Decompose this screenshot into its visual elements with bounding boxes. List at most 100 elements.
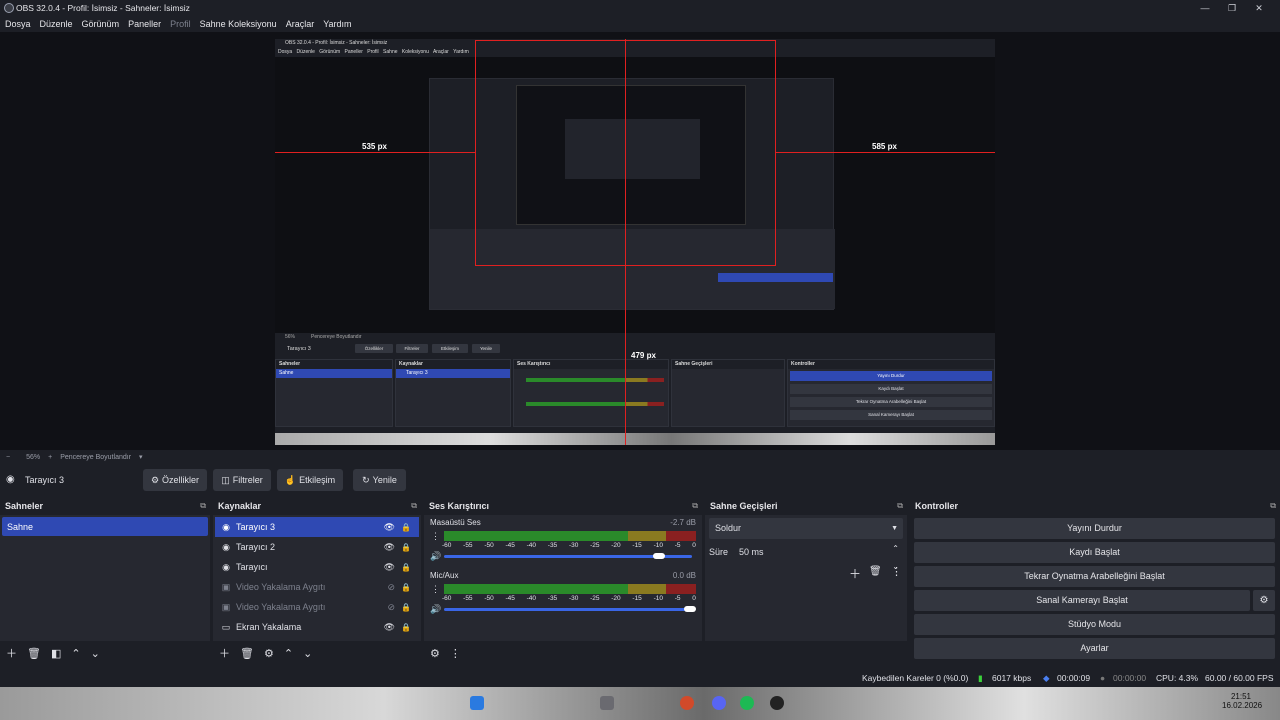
stop-streaming-button[interactable]: Yayını Durdur: [914, 518, 1275, 539]
mixer-settings-icon[interactable]: ⚙: [430, 647, 440, 660]
transition-select[interactable]: Soldur ▼: [709, 518, 903, 539]
speaker-icon[interactable]: 🔊: [430, 604, 441, 615]
zoom-dropdown-icon[interactable]: ▾: [139, 453, 143, 461]
discord-icon[interactable]: [712, 696, 726, 710]
channel-db: 0.0 dB: [672, 571, 696, 580]
refresh-button[interactable]: ↻ Yenile: [353, 469, 406, 491]
inner-filters: Filtreler: [396, 344, 428, 353]
obs-logo-icon: [4, 3, 14, 13]
menu-scene-collection[interactable]: Sahne Koleksiyonu: [200, 19, 277, 29]
gear-icon[interactable]: ⚙: [264, 647, 274, 660]
menu-edit[interactable]: Düzenle: [40, 19, 73, 29]
chevron-down-icon: ▼: [891, 525, 898, 532]
zoom-out-button[interactable]: −: [6, 454, 10, 461]
trash-icon[interactable]: 🗑: [27, 647, 41, 660]
menu-file[interactable]: Dosya: [5, 19, 31, 29]
chrome-icon[interactable]: [680, 696, 694, 710]
source-item[interactable]: ◉ Tarayıcı 👁 🔒: [215, 557, 419, 577]
zoom-in-button[interactable]: +: [48, 454, 52, 461]
eye-icon: 👁: [383, 521, 395, 532]
start-replay-buffer-button[interactable]: Tekrar Oynatma Arabelleğini Başlat: [914, 566, 1275, 587]
monitor-icon: ▭: [221, 621, 231, 632]
inner-interact: Etkileşim: [432, 344, 468, 353]
source-item[interactable]: ▭ Ekran Yakalama 👁 🔒: [215, 617, 419, 637]
zoom-fit-label[interactable]: Pencereye Boyutlandır: [60, 454, 131, 461]
studio-mode-button[interactable]: Stüdyo Modu: [914, 614, 1275, 635]
taskbar: [0, 687, 1280, 720]
source-item[interactable]: ◉ Tarayıcı 2 👁 🔒: [215, 537, 419, 557]
close-icon[interactable]: ✕: [1252, 1, 1266, 15]
menu-profile[interactable]: Profil: [170, 19, 191, 29]
popout-icon[interactable]: ⧉: [1270, 497, 1276, 515]
audio-mixer-dock: Ses Karıştırıcı ⧉ Masaüstü Ses -2.7 dB ⋮ …: [424, 497, 702, 665]
settings-button[interactable]: Ayarlar: [914, 638, 1275, 659]
inner-properties: Özellikler: [355, 344, 393, 353]
speaker-icon[interactable]: 🔊: [430, 551, 441, 562]
browser-icon: ◉: [222, 561, 230, 572]
popout-icon[interactable]: ⧉: [200, 497, 206, 515]
popout-icon[interactable]: ⧉: [692, 497, 698, 515]
inner-source: Tarayıcı 3: [287, 346, 311, 352]
trash-icon[interactable]: 🗑: [869, 566, 882, 577]
bitrate: 6017 kbps: [992, 673, 1032, 683]
camera-icon: ▣: [221, 581, 231, 592]
clock-date: 16.02.2026: [1222, 701, 1263, 710]
inner-transitions-panel: Sahne Geçişleri: [671, 359, 785, 427]
menu-help[interactable]: Yardım: [323, 19, 351, 29]
chevron-up-icon[interactable]: ⌃: [284, 647, 293, 660]
chevron-down-icon[interactable]: ⌄: [91, 647, 100, 660]
interact-button[interactable]: ☝ Etkileşim: [277, 469, 343, 491]
minimize-icon[interactable]: —: [1198, 1, 1212, 15]
filters-button[interactable]: ◫ Filtreler: [213, 469, 271, 491]
eye-icon: 👁: [383, 541, 395, 552]
duration-field[interactable]: 50 ms ⌃ ⌄: [733, 543, 903, 571]
add-icon[interactable]: ＋: [6, 645, 17, 661]
chevron-down-icon[interactable]: ⌄: [303, 647, 312, 660]
virtual-camera-settings-icon[interactable]: ⚙: [1253, 590, 1275, 611]
chevron-up-icon[interactable]: ⌃: [71, 647, 80, 660]
start-virtual-camera-button[interactable]: Sanal Kamerayı Başlat: [914, 590, 1250, 611]
sources-list: ◉ Tarayıcı 3 👁 🔒 ◉ Tarayıcı 2 👁 🔒 ◉ Tarayıcı 👁 🔒 …: [213, 515, 421, 641]
maximize-icon[interactable]: ❐: [1225, 1, 1239, 15]
add-icon[interactable]: ＋: [849, 565, 861, 582]
volume-slider[interactable]: [444, 608, 692, 611]
start-recording-button[interactable]: Kaydı Başlat: [914, 542, 1275, 563]
inner-controls-panel: Kontroller Yayını Durdur Kaydı Başlat Te…: [787, 359, 995, 427]
stream-time: 00:00:09: [1057, 673, 1091, 683]
eye-hidden-icon: ⊘: [387, 601, 395, 612]
properties-button[interactable]: ⚙ Özellikler: [143, 469, 207, 491]
channel-name: Mic/Aux: [430, 571, 459, 580]
kebab-icon[interactable]: ⋮: [891, 565, 902, 578]
add-icon[interactable]: ＋: [219, 645, 230, 661]
lock-icon: 🔒: [401, 622, 411, 632]
cpu-usage: CPU: 4.3%: [1156, 673, 1199, 683]
source-item[interactable]: ▣ Video Yakalama Aygıtı ⊘ 🔒: [215, 597, 419, 617]
hand-icon: ☝: [284, 474, 297, 485]
volume-knob[interactable]: [684, 606, 696, 612]
source-item[interactable]: ▣ Video Yakalama Aygıtı ⊘ 🔒: [215, 577, 419, 597]
trash-icon[interactable]: 🗑: [240, 647, 254, 660]
browser-icon: ◉: [222, 521, 230, 532]
popout-icon[interactable]: ⧉: [411, 497, 417, 515]
measure-left-label: 535 px: [362, 142, 387, 151]
preview-content: OBS 32.0.4 - Profil: İsimsiz - Sahneler:…: [275, 39, 995, 445]
menu-tools[interactable]: Araçlar: [286, 19, 315, 29]
source-item[interactable]: ◉ Tarayıcı 3 👁 🔒: [215, 517, 419, 537]
obs-taskbar-icon[interactable]: [770, 696, 784, 710]
taskbar-app-icon[interactable]: [600, 696, 614, 710]
menu-docks[interactable]: Paneller: [128, 19, 161, 29]
menu-view[interactable]: Görünüm: [82, 19, 120, 29]
scenes-list: Sahne: [0, 515, 210, 641]
kebab-icon[interactable]: ⋮: [450, 647, 461, 660]
kebab-icon[interactable]: ⋮: [431, 531, 440, 542]
clock-time: 21:51: [1230, 692, 1252, 701]
transitions-body: Soldur ▼ Süre 50 ms ⌃ ⌄ ＋ 🗑 ⋮: [705, 515, 907, 641]
windows-start-icon[interactable]: [470, 696, 484, 710]
scene-item[interactable]: Sahne: [2, 517, 208, 536]
spotify-icon[interactable]: [740, 696, 754, 710]
kebab-icon[interactable]: ⋮: [431, 584, 440, 595]
scene-filter-icon[interactable]: ◧: [51, 647, 61, 660]
volume-knob[interactable]: [653, 553, 665, 559]
gear-icon: ⚙: [150, 474, 160, 485]
popout-icon[interactable]: ⧉: [897, 497, 903, 515]
